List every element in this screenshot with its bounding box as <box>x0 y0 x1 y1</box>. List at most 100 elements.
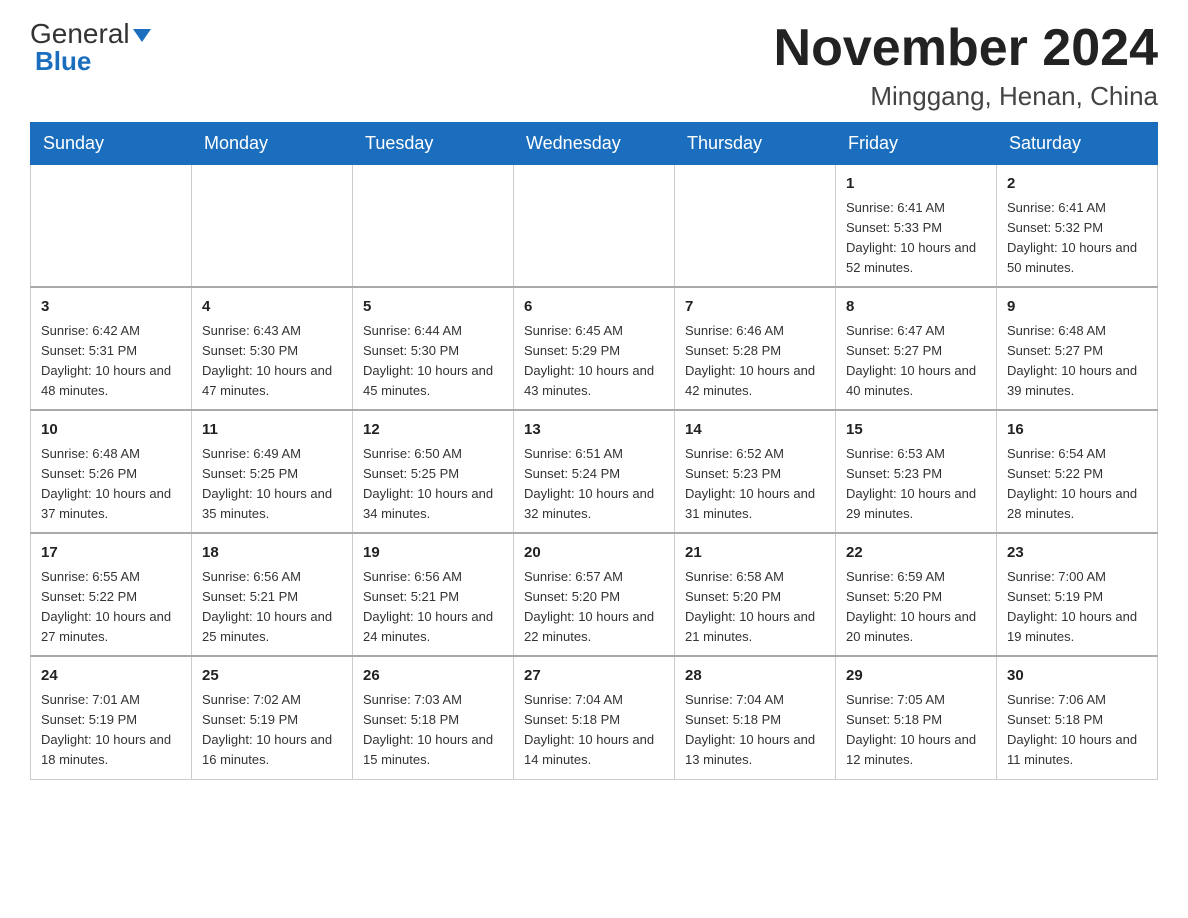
day-info: Sunrise: 6:49 AM Sunset: 5:25 PM Dayligh… <box>202 444 342 525</box>
day-info: Sunrise: 6:59 AM Sunset: 5:20 PM Dayligh… <box>846 567 986 648</box>
day-number: 8 <box>846 296 986 319</box>
calendar-week-row: 17Sunrise: 6:55 AM Sunset: 5:22 PM Dayli… <box>31 533 1158 656</box>
calendar-cell: 2Sunrise: 6:41 AM Sunset: 5:32 PM Daylig… <box>997 165 1158 288</box>
day-number: 5 <box>363 296 503 319</box>
day-number: 11 <box>202 419 342 442</box>
weekday-header-friday: Friday <box>836 123 997 165</box>
calendar-cell: 11Sunrise: 6:49 AM Sunset: 5:25 PM Dayli… <box>192 410 353 533</box>
page-header: General Blue November 2024 Minggang, Hen… <box>30 20 1158 112</box>
day-number: 3 <box>41 296 181 319</box>
calendar-cell: 19Sunrise: 6:56 AM Sunset: 5:21 PM Dayli… <box>353 533 514 656</box>
day-info: Sunrise: 6:57 AM Sunset: 5:20 PM Dayligh… <box>524 567 664 648</box>
day-number: 29 <box>846 665 986 688</box>
calendar-cell: 21Sunrise: 6:58 AM Sunset: 5:20 PM Dayli… <box>675 533 836 656</box>
calendar-week-row: 10Sunrise: 6:48 AM Sunset: 5:26 PM Dayli… <box>31 410 1158 533</box>
calendar-cell: 30Sunrise: 7:06 AM Sunset: 5:18 PM Dayli… <box>997 656 1158 779</box>
calendar-cell: 7Sunrise: 6:46 AM Sunset: 5:28 PM Daylig… <box>675 287 836 410</box>
location-title: Minggang, Henan, China <box>774 81 1158 112</box>
day-number: 20 <box>524 542 664 565</box>
logo-text: General <box>30 20 151 48</box>
logo-general: General <box>30 18 130 49</box>
day-info: Sunrise: 6:41 AM Sunset: 5:32 PM Dayligh… <box>1007 198 1147 279</box>
day-info: Sunrise: 6:50 AM Sunset: 5:25 PM Dayligh… <box>363 444 503 525</box>
weekday-header-sunday: Sunday <box>31 123 192 165</box>
calendar-cell: 5Sunrise: 6:44 AM Sunset: 5:30 PM Daylig… <box>353 287 514 410</box>
weekday-header-tuesday: Tuesday <box>353 123 514 165</box>
day-number: 4 <box>202 296 342 319</box>
calendar-cell: 23Sunrise: 7:00 AM Sunset: 5:19 PM Dayli… <box>997 533 1158 656</box>
day-number: 18 <box>202 542 342 565</box>
calendar-cell <box>31 165 192 288</box>
calendar-cell: 12Sunrise: 6:50 AM Sunset: 5:25 PM Dayli… <box>353 410 514 533</box>
day-number: 6 <box>524 296 664 319</box>
weekday-header-wednesday: Wednesday <box>514 123 675 165</box>
day-info: Sunrise: 7:00 AM Sunset: 5:19 PM Dayligh… <box>1007 567 1147 648</box>
calendar-cell: 26Sunrise: 7:03 AM Sunset: 5:18 PM Dayli… <box>353 656 514 779</box>
day-number: 25 <box>202 665 342 688</box>
calendar-cell <box>514 165 675 288</box>
day-number: 10 <box>41 419 181 442</box>
calendar-week-row: 1Sunrise: 6:41 AM Sunset: 5:33 PM Daylig… <box>31 165 1158 288</box>
day-info: Sunrise: 6:56 AM Sunset: 5:21 PM Dayligh… <box>202 567 342 648</box>
calendar-cell: 29Sunrise: 7:05 AM Sunset: 5:18 PM Dayli… <box>836 656 997 779</box>
day-info: Sunrise: 6:47 AM Sunset: 5:27 PM Dayligh… <box>846 321 986 402</box>
day-info: Sunrise: 7:05 AM Sunset: 5:18 PM Dayligh… <box>846 690 986 771</box>
calendar-cell: 27Sunrise: 7:04 AM Sunset: 5:18 PM Dayli… <box>514 656 675 779</box>
day-number: 7 <box>685 296 825 319</box>
title-section: November 2024 Minggang, Henan, China <box>774 20 1158 112</box>
calendar-cell: 13Sunrise: 6:51 AM Sunset: 5:24 PM Dayli… <box>514 410 675 533</box>
day-info: Sunrise: 6:42 AM Sunset: 5:31 PM Dayligh… <box>41 321 181 402</box>
day-info: Sunrise: 6:48 AM Sunset: 5:26 PM Dayligh… <box>41 444 181 525</box>
day-number: 1 <box>846 173 986 196</box>
day-number: 14 <box>685 419 825 442</box>
day-number: 9 <box>1007 296 1147 319</box>
calendar-cell: 25Sunrise: 7:02 AM Sunset: 5:19 PM Dayli… <box>192 656 353 779</box>
day-number: 13 <box>524 419 664 442</box>
calendar-cell: 16Sunrise: 6:54 AM Sunset: 5:22 PM Dayli… <box>997 410 1158 533</box>
day-info: Sunrise: 6:56 AM Sunset: 5:21 PM Dayligh… <box>363 567 503 648</box>
day-number: 17 <box>41 542 181 565</box>
calendar-week-row: 3Sunrise: 6:42 AM Sunset: 5:31 PM Daylig… <box>31 287 1158 410</box>
calendar-cell: 22Sunrise: 6:59 AM Sunset: 5:20 PM Dayli… <box>836 533 997 656</box>
calendar-week-row: 24Sunrise: 7:01 AM Sunset: 5:19 PM Dayli… <box>31 656 1158 779</box>
calendar-cell <box>675 165 836 288</box>
weekday-header-saturday: Saturday <box>997 123 1158 165</box>
day-number: 16 <box>1007 419 1147 442</box>
weekday-header-row: SundayMondayTuesdayWednesdayThursdayFrid… <box>31 123 1158 165</box>
day-info: Sunrise: 6:55 AM Sunset: 5:22 PM Dayligh… <box>41 567 181 648</box>
day-info: Sunrise: 6:44 AM Sunset: 5:30 PM Dayligh… <box>363 321 503 402</box>
calendar-cell: 14Sunrise: 6:52 AM Sunset: 5:23 PM Dayli… <box>675 410 836 533</box>
calendar-cell: 20Sunrise: 6:57 AM Sunset: 5:20 PM Dayli… <box>514 533 675 656</box>
day-number: 21 <box>685 542 825 565</box>
day-info: Sunrise: 7:06 AM Sunset: 5:18 PM Dayligh… <box>1007 690 1147 771</box>
day-number: 22 <box>846 542 986 565</box>
day-info: Sunrise: 6:46 AM Sunset: 5:28 PM Dayligh… <box>685 321 825 402</box>
day-number: 28 <box>685 665 825 688</box>
day-info: Sunrise: 7:04 AM Sunset: 5:18 PM Dayligh… <box>524 690 664 771</box>
day-info: Sunrise: 6:53 AM Sunset: 5:23 PM Dayligh… <box>846 444 986 525</box>
day-number: 26 <box>363 665 503 688</box>
day-info: Sunrise: 7:03 AM Sunset: 5:18 PM Dayligh… <box>363 690 503 771</box>
calendar-cell: 6Sunrise: 6:45 AM Sunset: 5:29 PM Daylig… <box>514 287 675 410</box>
weekday-header-thursday: Thursday <box>675 123 836 165</box>
day-info: Sunrise: 6:58 AM Sunset: 5:20 PM Dayligh… <box>685 567 825 648</box>
calendar-cell: 18Sunrise: 6:56 AM Sunset: 5:21 PM Dayli… <box>192 533 353 656</box>
logo-blue: Blue <box>30 46 91 77</box>
calendar-table: SundayMondayTuesdayWednesdayThursdayFrid… <box>30 122 1158 779</box>
day-number: 23 <box>1007 542 1147 565</box>
calendar-cell: 8Sunrise: 6:47 AM Sunset: 5:27 PM Daylig… <box>836 287 997 410</box>
day-info: Sunrise: 6:43 AM Sunset: 5:30 PM Dayligh… <box>202 321 342 402</box>
day-info: Sunrise: 6:52 AM Sunset: 5:23 PM Dayligh… <box>685 444 825 525</box>
calendar-cell: 24Sunrise: 7:01 AM Sunset: 5:19 PM Dayli… <box>31 656 192 779</box>
calendar-cell: 4Sunrise: 6:43 AM Sunset: 5:30 PM Daylig… <box>192 287 353 410</box>
calendar-cell: 10Sunrise: 6:48 AM Sunset: 5:26 PM Dayli… <box>31 410 192 533</box>
day-number: 24 <box>41 665 181 688</box>
calendar-cell: 28Sunrise: 7:04 AM Sunset: 5:18 PM Dayli… <box>675 656 836 779</box>
day-number: 30 <box>1007 665 1147 688</box>
day-number: 12 <box>363 419 503 442</box>
calendar-cell <box>353 165 514 288</box>
day-info: Sunrise: 7:01 AM Sunset: 5:19 PM Dayligh… <box>41 690 181 771</box>
month-title: November 2024 <box>774 20 1158 77</box>
day-info: Sunrise: 6:41 AM Sunset: 5:33 PM Dayligh… <box>846 198 986 279</box>
day-info: Sunrise: 6:51 AM Sunset: 5:24 PM Dayligh… <box>524 444 664 525</box>
